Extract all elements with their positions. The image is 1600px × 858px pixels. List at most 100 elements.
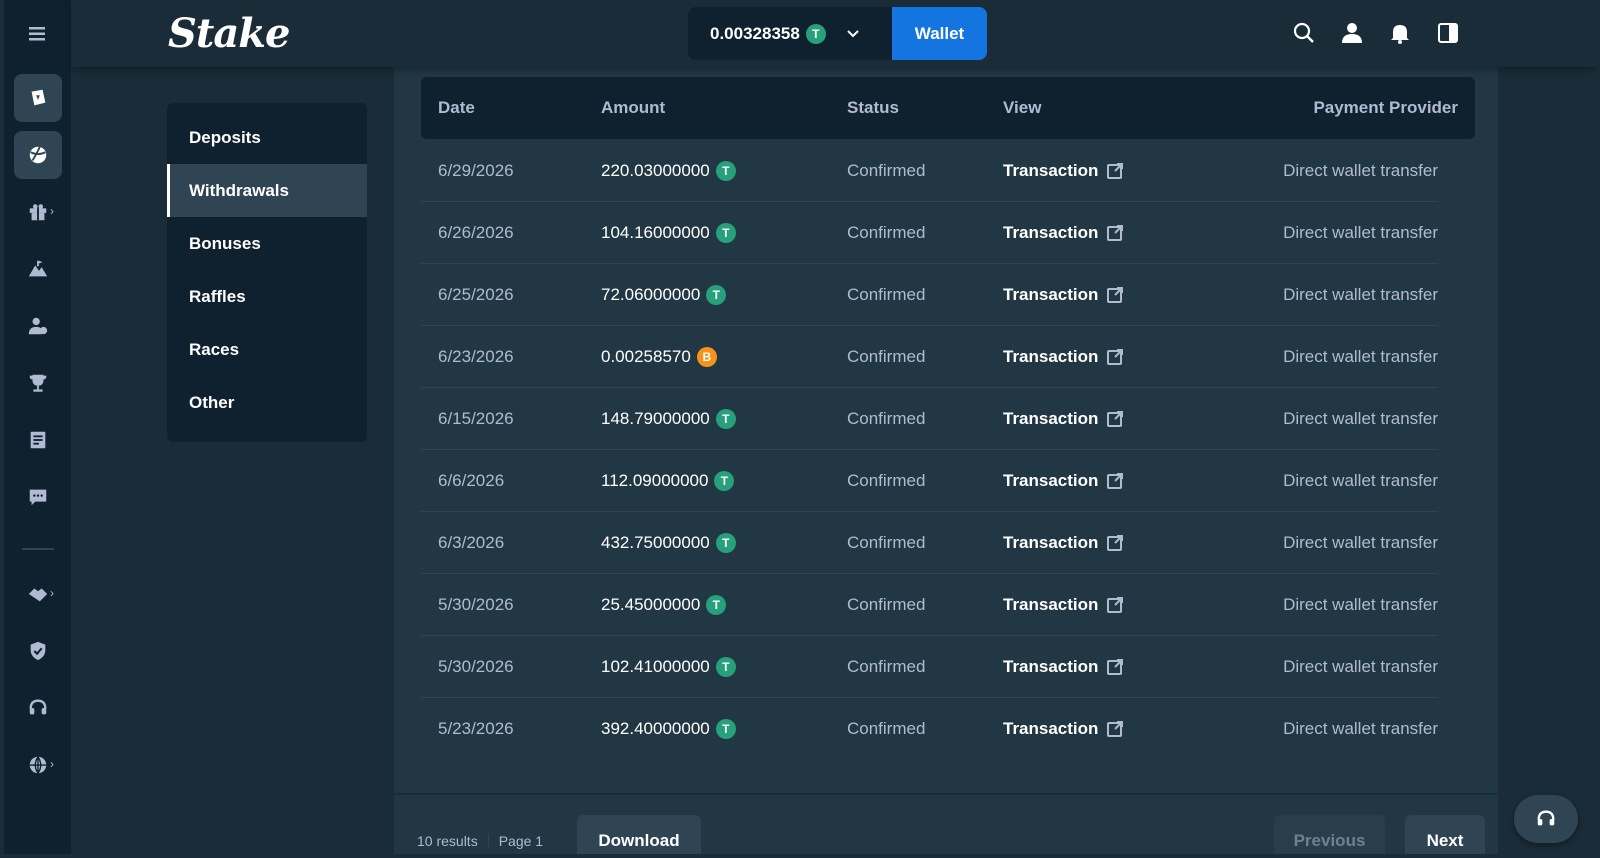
external-link-icon — [1107, 472, 1124, 489]
table-row: 6/3/2026 432.75000000 T Confirmed Transactio… — [421, 511, 1438, 574]
casino-button[interactable] — [14, 74, 62, 122]
responsible-gambling-button[interactable] — [14, 627, 62, 675]
blog-button[interactable] — [14, 416, 62, 464]
column-header-date: Date — [438, 98, 475, 117]
amount-value: 432.75000000 — [601, 532, 710, 552]
vip-button[interactable] — [14, 359, 62, 407]
wallet-button[interactable]: Wallet — [892, 7, 987, 60]
row-amount: 148.79000000 T — [601, 387, 736, 450]
sports-button[interactable] — [14, 131, 62, 179]
usdt-coin-icon: T — [805, 23, 826, 44]
submenu-item-other[interactable]: Other — [167, 376, 367, 429]
usdt-coin-icon: T — [715, 718, 736, 739]
transaction-link[interactable]: Transaction — [1003, 263, 1124, 326]
external-link-icon — [1107, 534, 1124, 551]
row-status: Confirmed — [847, 284, 926, 304]
live-support-button[interactable] — [14, 684, 62, 732]
next-button[interactable]: Next — [1405, 815, 1485, 854]
withdrawals-panel: Date Amount Status View Payment Provider… — [394, 67, 1498, 854]
amount-value: 25.45000000 — [601, 594, 701, 614]
transaction-link[interactable]: Transaction — [1003, 139, 1124, 202]
sports-icon — [29, 146, 47, 164]
transaction-link[interactable]: Transaction — [1003, 635, 1124, 698]
row-provider: Direct wallet transfer — [1283, 346, 1438, 366]
download-button[interactable]: Download — [577, 815, 701, 854]
notifications-button[interactable] — [1387, 20, 1413, 46]
transaction-link[interactable]: Transaction — [1003, 573, 1124, 636]
usdt-coin-icon: T — [715, 408, 736, 429]
amount-value: 72.06000000 — [601, 284, 701, 304]
row-date: 6/15/2026 — [438, 408, 514, 428]
transaction-link[interactable]: Transaction — [1003, 387, 1124, 450]
external-link-icon — [1107, 348, 1124, 365]
sidebar-toggle-button[interactable] — [1435, 20, 1461, 46]
top-header: Stake 0.00328358 T Wallet — [71, 0, 1596, 67]
submenu-item-bonuses[interactable]: Bonuses — [167, 217, 367, 270]
row-amount: 102.41000000 T — [601, 635, 736, 698]
sponsorships-button[interactable] — [14, 570, 62, 618]
table-row: 5/23/2026 392.40000000 T Confirmed Transacti… — [421, 697, 1438, 760]
row-amount: 392.40000000 T — [601, 697, 736, 760]
gift-icon — [29, 204, 47, 221]
chevron-down-icon — [847, 29, 859, 37]
usdt-coin-icon: T — [714, 470, 735, 491]
row-date: 6/25/2026 — [438, 284, 514, 304]
chevron-right-icon: › — [50, 586, 54, 600]
app-window: › › › Stake 0.00328358 T Wallet Deposits… — [4, 0, 1596, 854]
forum-button[interactable] — [14, 473, 62, 521]
transaction-link-label: Transaction — [1003, 532, 1099, 552]
amount-value: 104.16000000 — [601, 222, 710, 242]
external-link-icon — [1107, 162, 1124, 179]
row-provider: Direct wallet transfer — [1283, 222, 1438, 242]
transaction-link-label: Transaction — [1003, 222, 1099, 242]
column-header-provider: Payment Provider — [1313, 98, 1458, 117]
language-button[interactable] — [14, 741, 62, 789]
usdt-coin-icon: T — [715, 532, 736, 553]
row-provider: Direct wallet transfer — [1283, 470, 1438, 490]
row-status: Confirmed — [847, 408, 926, 428]
left-rail: › › › — [4, 0, 71, 854]
transaction-link-label: Transaction — [1003, 284, 1099, 304]
transaction-link[interactable]: Transaction — [1003, 449, 1124, 512]
row-status: Confirmed — [847, 346, 926, 366]
affiliate-icon — [28, 317, 48, 335]
table-row: 6/15/2026 148.79000000 T Confirmed Transacti… — [421, 387, 1438, 450]
search-button[interactable] — [1291, 20, 1317, 46]
menu-toggle[interactable] — [4, 0, 71, 67]
row-amount: 72.06000000 T — [601, 263, 727, 326]
submenu-item-raffles[interactable]: Raffles — [167, 270, 367, 323]
table-header: Date Amount Status View Payment Provider — [421, 77, 1475, 139]
submenu-item-withdrawals[interactable]: Withdrawals — [167, 164, 367, 217]
external-link-icon — [1107, 286, 1124, 303]
pagination-meta: 10 results Page 1 — [417, 833, 543, 849]
transaction-link[interactable]: Transaction — [1003, 697, 1124, 760]
amount-value: 102.41000000 — [601, 656, 710, 676]
promotions-button[interactable] — [14, 188, 62, 236]
profile-button[interactable] — [1339, 20, 1365, 46]
menu-icon[interactable] — [28, 26, 47, 42]
transactions-submenu: Deposits Withdrawals Bonuses Raffles Rac… — [167, 103, 367, 442]
originals-button[interactable] — [14, 245, 62, 293]
column-header-status: Status — [847, 98, 899, 117]
external-link-icon — [1107, 720, 1124, 737]
footer-divider — [394, 793, 1498, 795]
live-chat-button[interactable] — [1514, 795, 1578, 843]
submenu-item-races[interactable]: Races — [167, 323, 367, 376]
globe-icon — [29, 756, 47, 774]
previous-button[interactable]: Previous — [1274, 815, 1385, 854]
submenu-item-deposits[interactable]: Deposits — [167, 111, 367, 164]
transaction-link[interactable]: Transaction — [1003, 325, 1124, 388]
affiliate-button[interactable] — [14, 302, 62, 350]
transaction-link[interactable]: Transaction — [1003, 511, 1124, 574]
row-status: Confirmed — [847, 594, 926, 614]
transaction-link[interactable]: Transaction — [1003, 201, 1124, 264]
balance-selector[interactable]: 0.00328358 T — [688, 7, 892, 60]
usdt-coin-icon: T — [706, 284, 727, 305]
row-date: 6/29/2026 — [438, 160, 514, 180]
row-date: 6/6/2026 — [438, 470, 505, 490]
stake-logo[interactable]: Stake — [168, 10, 290, 57]
sidebar-toggle-icon — [1438, 23, 1458, 43]
search-icon — [1293, 22, 1314, 43]
table-row: 6/29/2026 220.03000000 T Confirmed Transacti… — [421, 139, 1438, 202]
usdt-coin-icon: T — [715, 656, 736, 677]
